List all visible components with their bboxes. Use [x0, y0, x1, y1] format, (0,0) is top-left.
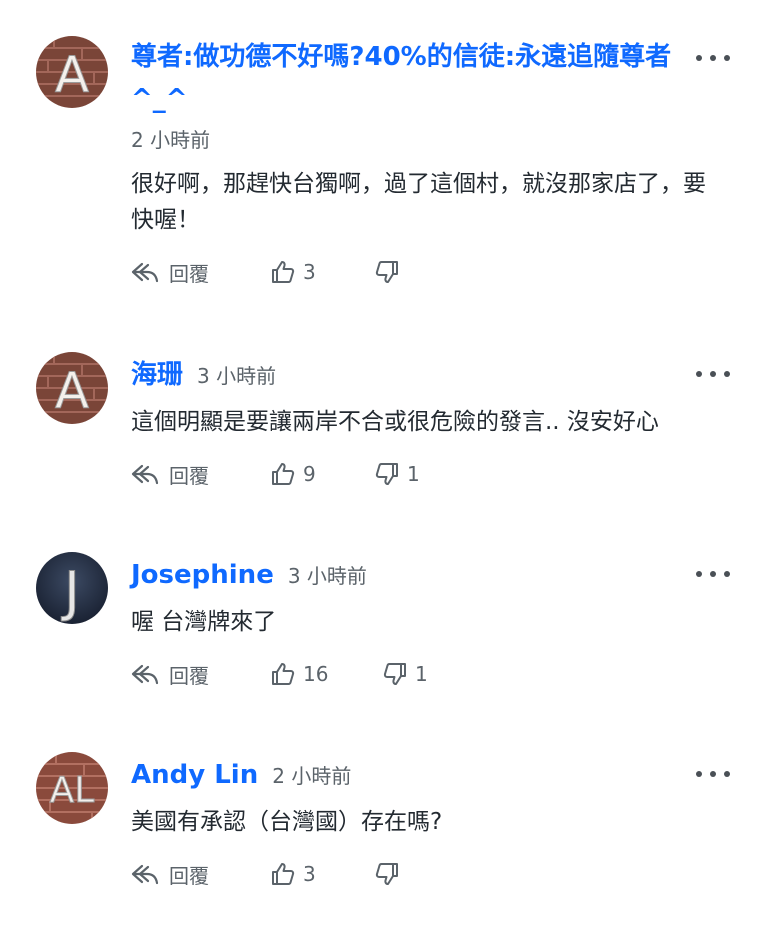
timestamp: 3 小時前: [197, 364, 277, 388]
timestamp: 3 小時前: [287, 564, 367, 588]
comment-actions: 回覆 16 1: [131, 656, 428, 692]
avatar-letter: J: [61, 560, 80, 623]
like-count: 16: [303, 662, 329, 686]
avatar[interactable]: AL: [36, 752, 108, 824]
like-button[interactable]: 3: [271, 260, 375, 284]
more-options-icon[interactable]: [696, 764, 730, 784]
reply-icon: [131, 262, 159, 283]
reply-label: 回覆: [169, 663, 209, 688]
reply-icon: [131, 664, 159, 685]
author-name[interactable]: 尊者:做功德不好嗎?40%的信徒:永遠追隨尊者^_^: [131, 42, 671, 114]
dislike-button[interactable]: [375, 862, 407, 886]
comment-item: A 海珊 3 小時前 這個明顯是要讓兩岸不合或很危險的發言.. 沒安好心 回覆 9…: [0, 352, 780, 512]
avatar-letter: A: [55, 46, 89, 104]
like-count: 9: [303, 462, 316, 486]
more-options-icon[interactable]: [696, 564, 730, 584]
thumbs-up-icon: [272, 863, 295, 885]
author-name-line: 海珊 3 小時前: [131, 354, 680, 397]
timestamp: 2 小時前: [131, 128, 211, 152]
comment-item: A 尊者:做功德不好嗎?40%的信徒:永遠追隨尊者^_^ 2 小時前 很好啊，那…: [0, 36, 780, 296]
avatar-letter: AL: [50, 770, 95, 811]
like-button[interactable]: 9: [271, 462, 375, 486]
reply-icon: [131, 864, 159, 885]
thumbs-down-icon: [375, 863, 398, 885]
thumbs-down-icon: [383, 663, 406, 685]
reply-icon: [131, 464, 159, 485]
like-button[interactable]: 3: [271, 862, 375, 886]
reply-label: 回覆: [169, 863, 209, 888]
more-options-icon[interactable]: [696, 364, 730, 384]
reply-button[interactable]: 回覆: [131, 460, 271, 489]
dislike-count: 1: [407, 462, 420, 486]
avatar[interactable]: A: [36, 352, 108, 424]
comment-actions: 回覆 3: [131, 856, 407, 892]
reply-label: 回覆: [169, 463, 209, 488]
comment-item: AL Andy Lin 2 小時前 美國有承認（台灣國）存在嗎? 回覆 3: [0, 752, 780, 912]
author-name-line: Josephine 3 小時前: [131, 554, 680, 597]
comment-text: 這個明顯是要讓兩岸不合或很危險的發言.. 沒安好心: [131, 409, 659, 435]
reply-button[interactable]: 回覆: [131, 258, 271, 287]
dislike-button[interactable]: [375, 260, 407, 284]
thumbs-down-icon: [375, 463, 398, 485]
comment-text: 美國有承認（台灣國）存在嗎?: [131, 809, 443, 835]
dislike-count: 1: [415, 662, 428, 686]
avatar-letter: A: [55, 362, 89, 420]
like-button[interactable]: 16: [271, 662, 383, 686]
author-name-line: 尊者:做功德不好嗎?40%的信徒:永遠追隨尊者^_^: [131, 36, 680, 120]
thumbs-up-icon: [272, 663, 295, 685]
comment-text: 很好啊，那趕快台獨啊，過了這個村，就沒那家店了，要快喔！: [131, 171, 706, 233]
dislike-button[interactable]: 1: [383, 662, 428, 686]
comments-list: A 尊者:做功德不好嗎?40%的信徒:永遠追隨尊者^_^ 2 小時前 很好啊，那…: [0, 0, 780, 936]
reply-button[interactable]: 回覆: [131, 860, 271, 889]
comment-actions: 回覆 9 1: [131, 456, 420, 492]
thumbs-down-icon: [375, 261, 398, 283]
author-name[interactable]: Andy Lin: [131, 760, 258, 790]
author-name[interactable]: Josephine: [131, 560, 274, 590]
like-count: 3: [303, 260, 316, 284]
more-options-icon[interactable]: [696, 48, 730, 68]
thumbs-up-icon: [272, 463, 295, 485]
author-name[interactable]: 海珊: [131, 360, 183, 390]
avatar[interactable]: J: [36, 552, 108, 624]
avatar[interactable]: A: [36, 36, 108, 108]
comment-actions: 回覆 3: [131, 254, 407, 290]
author-name-line: Andy Lin 2 小時前: [131, 754, 680, 797]
dislike-button[interactable]: 1: [375, 462, 420, 486]
like-count: 3: [303, 862, 316, 886]
reply-button[interactable]: 回覆: [131, 660, 271, 689]
comment-text: 喔 台灣牌來了: [131, 609, 277, 635]
comment-item: J Josephine 3 小時前 喔 台灣牌來了 回覆 16 1: [0, 552, 780, 712]
timestamp: 2 小時前: [272, 764, 352, 788]
thumbs-up-icon: [272, 261, 295, 283]
reply-label: 回覆: [169, 261, 209, 286]
